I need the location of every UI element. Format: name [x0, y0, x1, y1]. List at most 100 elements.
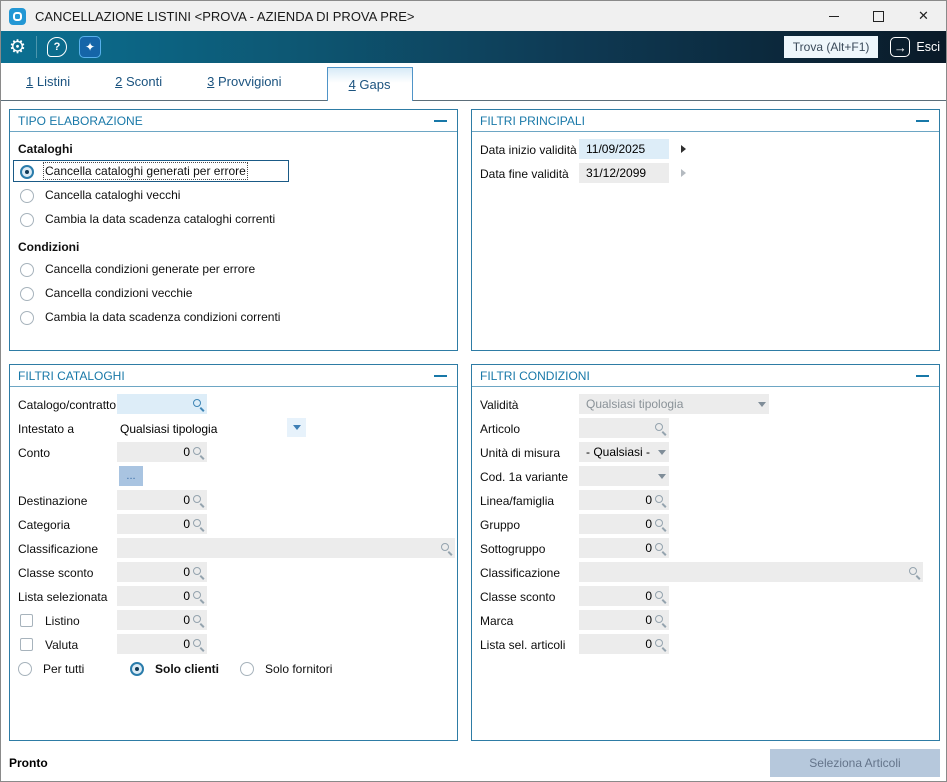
radio-unselected[interactable] — [20, 263, 34, 277]
radio-solo-fornitori[interactable] — [240, 662, 254, 676]
field-label: Linea/famiglia — [480, 494, 554, 508]
close-button[interactable]: ✕ — [901, 1, 946, 31]
checkbox-label[interactable]: Listino — [45, 614, 80, 628]
lista-sel-articoli-input[interactable]: 0 — [579, 634, 669, 654]
linea-famiglia-input[interactable]: 0 — [579, 490, 669, 510]
field-row: Categoria 0 — [10, 513, 457, 537]
search-icon[interactable] — [192, 446, 204, 458]
tab-sconti[interactable]: 2 Sconti — [115, 74, 162, 89]
search-icon[interactable] — [192, 518, 204, 530]
search-icon[interactable] — [654, 494, 666, 506]
toolbar-divider — [36, 36, 37, 58]
search-icon[interactable] — [192, 494, 204, 506]
radio-option-label[interactable]: Cancella condizioni vecchie — [45, 286, 192, 300]
sottogruppo-input[interactable]: 0 — [579, 538, 669, 558]
classe-sconto-input[interactable]: 0 — [579, 586, 669, 606]
radio-per-tutti[interactable] — [18, 662, 32, 676]
radio-option-label[interactable]: Cancella cataloghi generati per errore — [45, 164, 246, 178]
radio-unselected[interactable] — [20, 189, 34, 203]
search-icon[interactable] — [192, 614, 204, 626]
destinazione-input[interactable]: 0 — [117, 490, 207, 510]
radio-solo-clienti[interactable] — [130, 662, 144, 676]
radio-label[interactable]: Solo fornitori — [265, 662, 332, 676]
search-icon[interactable] — [654, 638, 666, 650]
search-icon[interactable] — [440, 542, 452, 554]
search-icon[interactable] — [654, 542, 666, 554]
data-fine-input[interactable]: 31/12/2099 — [579, 163, 669, 183]
listino-input[interactable]: 0 — [117, 610, 207, 630]
radio-option-row: Cancella condizioni generate per errore — [10, 258, 457, 282]
field-label: Gruppo — [480, 518, 520, 532]
radio-option-label[interactable]: Cambia la data scadenza cataloghi corren… — [45, 212, 275, 226]
search-icon[interactable] — [654, 422, 666, 434]
minimize-button[interactable] — [811, 1, 856, 31]
categoria-input[interactable]: 0 — [117, 514, 207, 534]
radio-unselected[interactable] — [20, 311, 34, 325]
conto-input[interactable]: 0 — [117, 442, 207, 462]
exit-button[interactable]: → Esci — [890, 37, 940, 57]
search-icon[interactable] — [654, 614, 666, 626]
find-button[interactable]: Trova (Alt+F1) — [784, 36, 879, 58]
field-row: ... — [10, 465, 457, 489]
marca-input[interactable]: 0 — [579, 610, 669, 630]
calendar-arrow-icon[interactable] — [681, 145, 686, 153]
radio-unselected[interactable] — [20, 213, 34, 227]
field-label: Catalogo/contratto — [18, 398, 116, 412]
chevron-down-icon — [658, 474, 666, 479]
catalogo-contratto-input[interactable] — [117, 394, 207, 414]
radio-label[interactable]: Solo clienti — [155, 662, 219, 676]
classe-sconto-input[interactable]: 0 — [117, 562, 207, 582]
radio-option-label[interactable]: Cancella cataloghi vecchi — [45, 188, 180, 202]
search-icon[interactable] — [192, 566, 204, 578]
tab-bar: 1 Listini 2 Sconti 3 Provvigioni 4 Gaps — [1, 63, 946, 101]
maximize-button[interactable] — [856, 1, 901, 31]
field-label: Lista sel. articoli — [480, 638, 565, 652]
field-row: Catalogo/contratto — [10, 393, 457, 417]
field-row: Conto 0 — [10, 441, 457, 465]
gear-icon[interactable]: ⚙ — [9, 38, 26, 57]
field-value: 0 — [582, 613, 654, 627]
tab-gaps[interactable]: 4 Gaps — [327, 67, 413, 101]
help-icon[interactable]: ? — [47, 37, 67, 57]
panel-header: TIPO ELABORAZIONE — [10, 110, 457, 132]
search-icon[interactable] — [654, 590, 666, 602]
main-content: TIPO ELABORAZIONE Cataloghi Cancella cat… — [1, 101, 946, 743]
tab-listini[interactable]: 1 Listini — [26, 74, 70, 89]
radio-label[interactable]: Per tutti — [43, 662, 84, 676]
search-icon[interactable] — [654, 518, 666, 530]
valuta-checkbox[interactable] — [20, 638, 33, 651]
exit-label: Esci — [916, 40, 940, 54]
seleziona-articoli-button[interactable]: Seleziona Articoli — [770, 749, 940, 777]
tab-provvigioni[interactable]: 3 Provvigioni — [207, 74, 281, 89]
radio-unselected[interactable] — [20, 287, 34, 301]
listino-checkbox[interactable] — [20, 614, 33, 627]
classificazione-input[interactable] — [579, 562, 923, 582]
collapse-icon[interactable] — [916, 375, 929, 377]
collapse-icon[interactable] — [916, 120, 929, 122]
cod-variante-dropdown[interactable] — [579, 466, 669, 486]
collapse-icon[interactable] — [434, 375, 447, 377]
checkbox-label[interactable]: Valuta — [45, 638, 78, 652]
intestato-dropdown[interactable] — [287, 418, 306, 437]
collapse-icon[interactable] — [434, 120, 447, 122]
assistant-icon[interactable]: ✦ — [79, 36, 101, 58]
search-icon[interactable] — [192, 638, 204, 650]
search-icon[interactable] — [192, 590, 204, 602]
unita-misura-dropdown[interactable]: - Qualsiasi - — [579, 442, 669, 462]
gruppo-input[interactable]: 0 — [579, 514, 669, 534]
more-options-button[interactable]: ... — [119, 466, 143, 486]
search-icon[interactable] — [908, 566, 920, 578]
field-label: Conto — [18, 446, 50, 460]
field-label: Lista selezionata — [18, 590, 107, 604]
chevron-down-icon — [758, 402, 766, 407]
lista-selezionata-input[interactable]: 0 — [117, 586, 207, 606]
radio-option-label[interactable]: Cancella condizioni generate per errore — [45, 262, 255, 276]
radio-selected[interactable] — [20, 165, 34, 179]
data-inizio-input[interactable]: 11/09/2025 — [579, 139, 669, 159]
radio-option-label[interactable]: Cambia la data scadenza condizioni corre… — [45, 310, 280, 324]
radio-option-row: Cambia la data scadenza cataloghi corren… — [10, 208, 457, 232]
valuta-input[interactable]: 0 — [117, 634, 207, 654]
search-icon[interactable] — [192, 398, 204, 410]
articolo-input[interactable] — [579, 418, 669, 438]
classificazione-input[interactable] — [117, 538, 455, 558]
